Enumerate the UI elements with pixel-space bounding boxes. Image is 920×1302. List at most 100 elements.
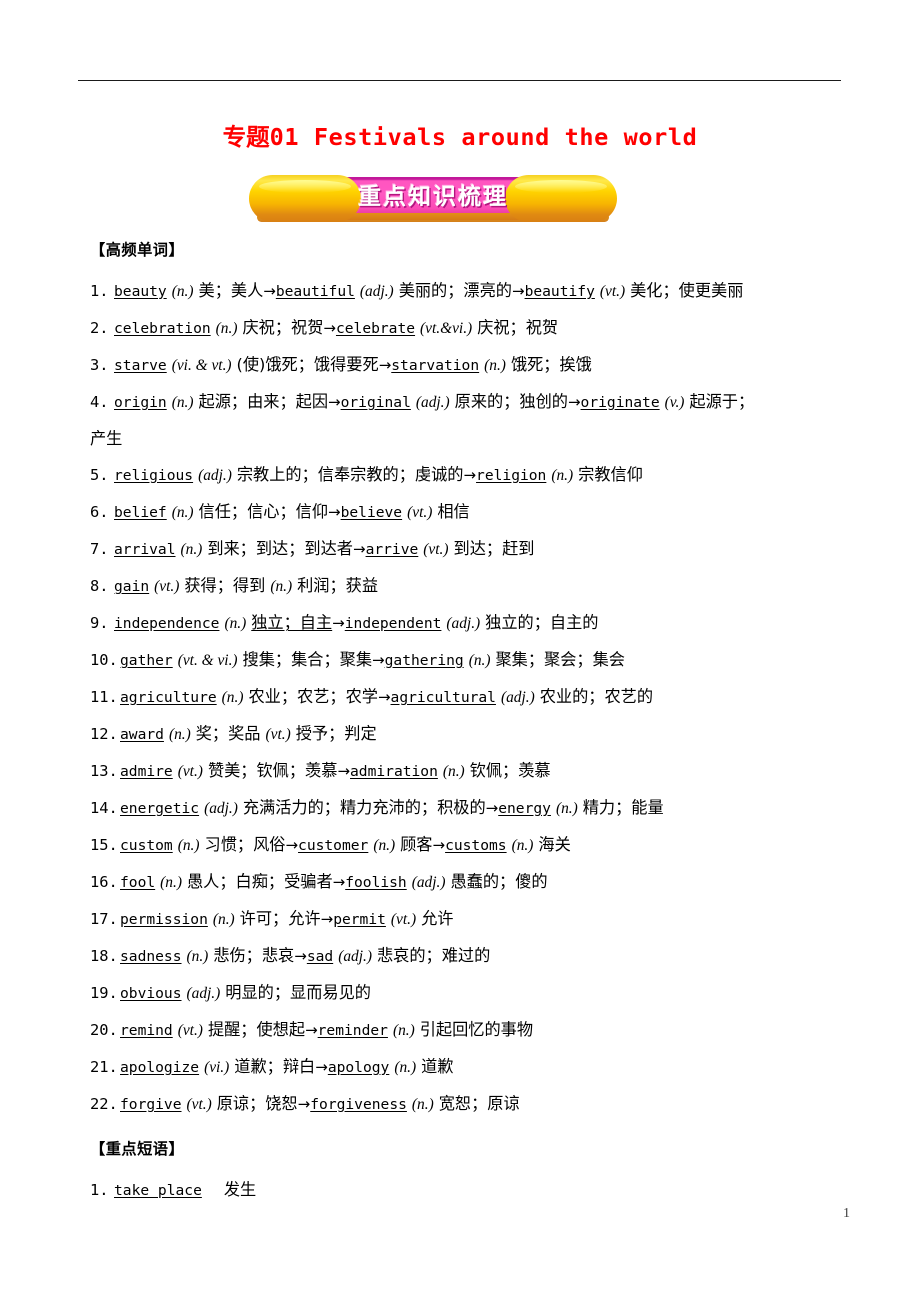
- derived-word: gathering: [384, 652, 464, 669]
- entry-number: 12.: [90, 725, 118, 743]
- derived-definition: 农业的；农艺的: [539, 687, 654, 706]
- derivation-arrow-icon: →: [377, 688, 391, 706]
- derived-word: forgiveness: [310, 1096, 407, 1113]
- derived-definition: 宗教信仰: [578, 465, 643, 484]
- definition: 赞美；钦佩；羡慕: [207, 761, 338, 780]
- part-of-speech: (vt.): [186, 1096, 212, 1113]
- part-of-speech: (adj.): [204, 800, 238, 817]
- derivation-arrow-icon: →: [328, 503, 341, 521]
- derivation-arrow-icon: →: [320, 910, 334, 928]
- page-title: 专题01 Festivals around the world: [0, 118, 920, 152]
- derived-part-of-speech: (vt.): [423, 541, 449, 558]
- derived-word: starvation: [391, 357, 480, 374]
- headword: origin: [114, 394, 167, 411]
- derived-definition: 精力；能量: [582, 798, 664, 817]
- sections-root: 【高频单词】 1. beauty (n.) 美；美人→beautiful (adj.) 美丽…: [90, 238, 852, 1209]
- part-of-speech: (vt.): [154, 578, 180, 595]
- headword: remind: [120, 1022, 173, 1039]
- derived-word: customer: [298, 837, 369, 854]
- document-page: 专题01 Festivals around the world 重点知识梳理 【…: [0, 0, 920, 1302]
- definition: 获得；得到: [184, 576, 266, 595]
- part-of-speech: (vt. & vi.): [177, 652, 238, 669]
- definition: 独立；自主: [251, 613, 333, 632]
- headword: celebration: [114, 320, 211, 337]
- part-of-speech-secondary: (vt.): [265, 726, 291, 743]
- definition: 农业；农艺；农学: [248, 687, 378, 706]
- headword: religious: [114, 467, 194, 484]
- derived-part-of-speech: (adj.): [338, 948, 372, 965]
- derived-definition: 允许: [421, 909, 454, 928]
- word-entry: 19. obvious (adj.) 明显的；显而易见的: [90, 975, 852, 1012]
- derived-definition: 相信: [437, 502, 470, 521]
- definition: 习惯；风俗: [204, 835, 286, 854]
- page-title-rest: 01 Festivals around the world: [269, 123, 698, 151]
- definition-secondary: 授予；判定: [295, 724, 377, 743]
- headword: beauty: [114, 283, 167, 300]
- headword: admire: [120, 763, 173, 780]
- word-entry: 12. award (n.) 奖；奖品 (vt.) 授予；判定: [90, 716, 852, 753]
- word-entry: 17. permission (n.) 许可；允许→permit (vt.) 允许: [90, 901, 852, 938]
- derived-part-of-speech: (n.): [373, 837, 396, 854]
- derived-part-of-speech: (n.): [411, 1096, 434, 1113]
- derived-word: sad: [306, 948, 334, 965]
- word-entry: 11. agriculture (n.) 农业；农艺；农学→agricultural(…: [90, 679, 852, 716]
- banner-label: 重点知识梳理: [358, 184, 508, 210]
- derived-part-of-speech: (n.): [511, 837, 534, 854]
- derived-part-of-speech: (adj.): [500, 689, 535, 706]
- derived-part-of-speech: (n.): [392, 1022, 415, 1039]
- headword: sadness: [120, 948, 182, 965]
- entry-number: 15.: [90, 836, 118, 854]
- page-number: 1: [843, 1206, 850, 1221]
- entry-number: 13.: [90, 762, 118, 780]
- derived-definition: 道歉: [421, 1057, 454, 1076]
- definition: 愚人；白痴；受骗者: [186, 872, 333, 891]
- part-of-speech: (n.): [212, 911, 235, 928]
- entry-number: 9.: [90, 614, 109, 632]
- headword: custom: [120, 837, 173, 854]
- part-of-speech: (adj.): [198, 467, 232, 484]
- entry-number: 6.: [90, 503, 109, 521]
- derived-definition: 原来的；独创的: [454, 392, 568, 411]
- derivation-arrow-icon: →: [332, 873, 346, 891]
- derivation-arrow-icon: →: [567, 393, 581, 411]
- derived-word: apology: [327, 1059, 390, 1076]
- section-banner: 重点知识梳理: [249, 175, 617, 222]
- derivation-arrow-icon: →: [485, 799, 499, 817]
- entry-number: 1.: [90, 1181, 109, 1199]
- headword: forgive: [120, 1096, 182, 1113]
- definition: 美；美人: [198, 281, 264, 300]
- derivation-arrow-icon: →: [353, 540, 366, 558]
- headword: fool: [120, 874, 156, 891]
- derived-word: arrive: [365, 541, 419, 558]
- part-of-speech: (n.): [171, 283, 194, 300]
- derivation-arrow-icon: →: [337, 762, 351, 780]
- word-entry: 22. forgive (vt.) 原谅；饶恕→forgiveness (n.) 宽恕；原…: [90, 1086, 852, 1123]
- definition-continuation-text: 产生: [90, 429, 123, 448]
- part-of-speech: (n.): [215, 320, 238, 337]
- word-entry: 18. sadness (n.) 悲伤；悲哀→sad (adj.) 悲哀的；难过的: [90, 938, 852, 975]
- derived-part-of-speech: (n.): [484, 357, 506, 374]
- derived-part-of-speech: (adj.): [359, 283, 394, 300]
- derived-word: religion: [476, 467, 547, 484]
- word-entry: 4. origin (n.) 起源；由来；起因→original (adj.) 原来的；独…: [90, 384, 852, 457]
- part-of-speech: (n.): [171, 394, 194, 411]
- part-of-speech: (n.): [177, 837, 200, 854]
- derived-part-of-speech: (n.): [394, 1059, 417, 1076]
- definition: 充满活力的；精力充沛的；积极的: [242, 798, 486, 817]
- derived-definition: 到达；赶到: [453, 539, 535, 558]
- part-of-speech: (vt.): [177, 763, 203, 780]
- phrase-entry: 1. take place 发生: [90, 1172, 852, 1209]
- derived-definition: 起源于；: [689, 392, 755, 411]
- derivation-arrow-icon: →: [372, 651, 385, 669]
- derivation-arrow-icon: →: [285, 836, 299, 854]
- derived-definition: 海关: [538, 835, 571, 854]
- derived-word: foolish: [345, 874, 407, 891]
- derived-definition: 聚集；聚会；集会: [495, 650, 626, 669]
- part-of-speech: (n.): [171, 504, 194, 521]
- entry-number: 21.: [90, 1058, 118, 1076]
- derivation-arrow-icon: →: [305, 1021, 318, 1039]
- word-entry: 16. fool (n.) 愚人；白痴；受骗者→foolish (adj.) 愚蠢的；傻的: [90, 864, 852, 901]
- document-content: 【高频单词】 1. beauty (n.) 美；美人→beautiful (adj.) 美丽…: [90, 238, 852, 1209]
- derived-part-of-speech: (v.): [664, 394, 685, 411]
- derived-word: beautiful: [275, 283, 355, 300]
